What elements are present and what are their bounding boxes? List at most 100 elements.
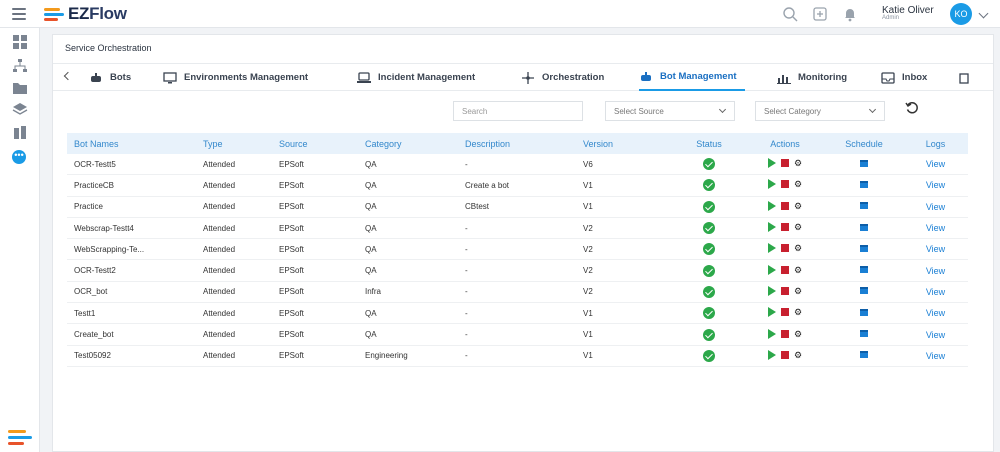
table-row[interactable]: Webscrap-Testt4 Attended EPSoft QA - V2 ⚙ View <box>67 218 968 240</box>
app-logo[interactable]: EZFlow <box>44 4 127 24</box>
avatar[interactable]: KO <box>950 3 972 25</box>
header-type[interactable]: Type <box>203 139 279 149</box>
table-row[interactable]: PracticeCB Attended EPSoft QA Create a bot V1… <box>67 175 968 197</box>
table-row[interactable]: Testt1 Attended EPSoft QA - V1 ⚙ View <box>67 303 968 325</box>
view-logs-link[interactable]: View <box>903 202 968 212</box>
gear-icon[interactable]: ⚙ <box>794 159 802 168</box>
play-icon[interactable] <box>767 200 776 211</box>
stop-icon[interactable] <box>780 180 789 189</box>
gear-icon[interactable]: ⚙ <box>794 286 802 295</box>
stop-icon[interactable] <box>780 244 789 253</box>
category-select[interactable]: Select Category <box>755 101 885 121</box>
table-row[interactable]: OCR-Testt5 Attended EPSoft QA - V6 ⚙ View <box>67 154 968 176</box>
stop-icon[interactable] <box>780 201 789 210</box>
tab-bots[interactable]: Bots <box>89 64 131 91</box>
calendar-icon[interactable] <box>860 223 868 231</box>
gear-icon[interactable]: ⚙ <box>794 180 802 189</box>
calendar-icon[interactable] <box>860 330 868 338</box>
gear-icon[interactable]: ⚙ <box>794 244 802 253</box>
play-icon[interactable] <box>767 222 776 233</box>
tab-incident-management[interactable]: Incident Management <box>357 64 475 91</box>
header-category[interactable]: Category <box>365 139 465 149</box>
stop-icon[interactable] <box>780 265 789 274</box>
folder-icon[interactable] <box>12 80 28 96</box>
table-row[interactable]: OCR_bot Attended EPSoft Infra - V2 ⚙ View <box>67 282 968 304</box>
view-logs-link[interactable]: View <box>903 330 968 340</box>
view-logs-link[interactable]: View <box>903 244 968 254</box>
table-row[interactable]: Test05092 Attended EPSoft Engineering - V1 ⚙ Vi… <box>67 346 968 367</box>
calendar-icon[interactable] <box>860 180 868 188</box>
view-logs-link[interactable]: View <box>903 159 968 169</box>
description-cell: - <box>465 266 468 276</box>
calendar-icon[interactable] <box>860 202 868 210</box>
play-icon[interactable] <box>767 285 776 296</box>
chevron-down-icon[interactable] <box>978 8 989 19</box>
gear-icon[interactable]: ⚙ <box>794 350 802 359</box>
tab-orchestration[interactable]: Orchestration <box>521 64 604 91</box>
menu-icon[interactable] <box>12 8 26 20</box>
view-logs-link[interactable]: View <box>903 266 968 276</box>
category-cell: QA <box>365 330 377 340</box>
calendar-icon[interactable] <box>860 308 868 316</box>
chevron-left-icon[interactable] <box>63 71 73 81</box>
view-logs-link[interactable]: View <box>903 287 968 297</box>
play-icon[interactable] <box>767 349 776 360</box>
table-row[interactable]: Practice Attended EPSoft QA CBtest V1 ⚙ View <box>67 197 968 218</box>
table-row[interactable]: Create_bot Attended EPSoft QA - V1 ⚙ View <box>67 324 968 346</box>
search-input[interactable]: Search <box>453 101 583 121</box>
refresh-icon[interactable] <box>905 101 919 115</box>
play-icon[interactable] <box>767 243 776 254</box>
bell-icon[interactable] <box>842 6 858 22</box>
actions-cell: ⚙ <box>745 179 825 191</box>
stop-icon[interactable] <box>780 308 789 317</box>
tab-environments-management[interactable]: Environments Management <box>163 64 308 91</box>
gear-icon[interactable]: ⚙ <box>794 201 802 210</box>
dashboard-icon[interactable] <box>12 34 28 50</box>
building-icon[interactable] <box>12 124 28 140</box>
header-status[interactable]: Status <box>673 139 745 149</box>
layers-icon[interactable] <box>12 102 28 118</box>
search-icon[interactable] <box>782 6 798 22</box>
table-row[interactable]: OCR-Testt2 Attended EPSoft QA - V2 ⚙ View <box>67 260 968 282</box>
calendar-icon[interactable] <box>860 266 868 274</box>
play-icon[interactable] <box>767 328 776 339</box>
gear-icon[interactable]: ⚙ <box>794 265 802 274</box>
view-logs-link[interactable]: View <box>903 223 968 233</box>
calendar-icon[interactable] <box>860 351 868 359</box>
stop-icon[interactable] <box>780 286 789 295</box>
view-logs-link[interactable]: View <box>903 351 968 361</box>
add-icon[interactable] <box>812 6 828 22</box>
tab-monitoring[interactable]: Monitoring <box>777 64 847 91</box>
stop-icon[interactable] <box>780 329 789 338</box>
stop-icon[interactable] <box>780 159 789 168</box>
source-select[interactable]: Select Source <box>605 101 735 121</box>
view-logs-link[interactable]: View <box>903 180 968 190</box>
header-bot-names[interactable]: Bot Names <box>67 139 203 149</box>
tab-bar: Bots Environments Management Incident Ma… <box>53 63 993 91</box>
calendar-icon[interactable] <box>860 244 868 252</box>
calendar-icon[interactable] <box>860 159 868 167</box>
header-description[interactable]: Description <box>465 139 583 149</box>
gear-icon[interactable]: ⚙ <box>794 329 802 338</box>
hierarchy-icon[interactable] <box>12 58 28 74</box>
play-icon[interactable] <box>767 158 776 169</box>
more-icon[interactable]: ••• <box>12 150 26 164</box>
move-icon <box>522 71 534 84</box>
stop-icon[interactable] <box>780 223 789 232</box>
play-icon[interactable] <box>767 179 776 190</box>
stop-icon[interactable] <box>780 350 789 359</box>
gear-icon[interactable]: ⚙ <box>794 223 802 232</box>
main-panel: Service Orchestration Bots Environments … <box>52 34 994 452</box>
play-icon[interactable] <box>767 307 776 318</box>
user-info[interactable]: Katie Oliver Admin <box>882 5 934 21</box>
clipboard-icon[interactable] <box>959 72 969 84</box>
tab-inbox[interactable]: Inbox <box>881 64 927 91</box>
tab-bot-management[interactable]: Bot Management <box>639 64 745 91</box>
header-source[interactable]: Source <box>279 139 365 149</box>
play-icon[interactable] <box>767 264 776 275</box>
calendar-icon[interactable] <box>860 287 868 295</box>
gear-icon[interactable]: ⚙ <box>794 308 802 317</box>
view-logs-link[interactable]: View <box>903 308 968 318</box>
header-version[interactable]: Version <box>583 139 673 149</box>
table-row[interactable]: WebScrapping-Te... Attended EPSoft QA - V2 ⚙ Vi… <box>67 239 968 261</box>
